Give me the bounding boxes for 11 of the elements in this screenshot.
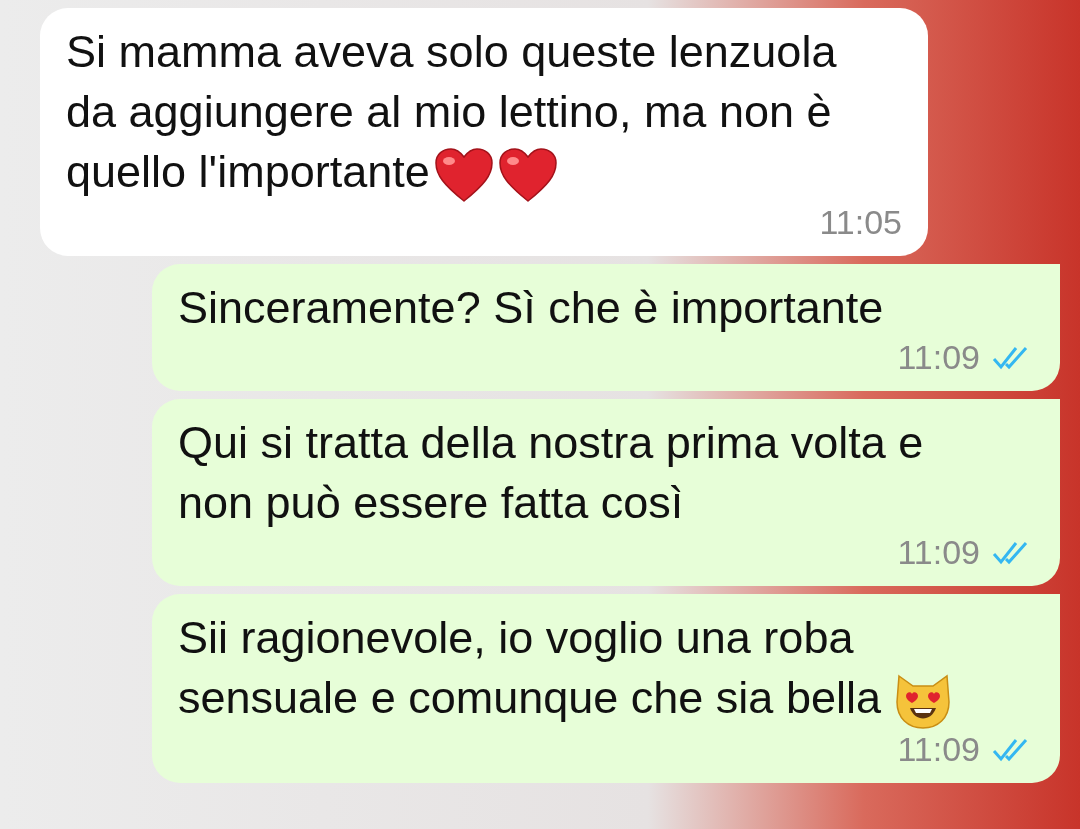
message-time: 11:09 <box>897 337 980 379</box>
heart-icon <box>433 147 494 204</box>
message-text: Qui si tratta della nostra prima volta e non può essere fatta così <box>178 416 925 531</box>
heart-eyes-cat-icon <box>893 672 953 731</box>
message-text: Sinceramente? Sì che è importante <box>178 281 885 336</box>
message-text: Si mamma aveva solo queste lenzuola da aggiungere al mio lettino, ma non è quello l'importante <box>66 22 902 204</box>
message-time: 11:09 <box>897 729 980 771</box>
heart-icon <box>497 147 558 204</box>
message-text: Sii ragionevole, io voglio una roba sensuale e comunque che sia bella <box>178 608 1034 731</box>
message-time: 11:09 <box>897 532 980 574</box>
message-time: 11:05 <box>819 202 902 244</box>
